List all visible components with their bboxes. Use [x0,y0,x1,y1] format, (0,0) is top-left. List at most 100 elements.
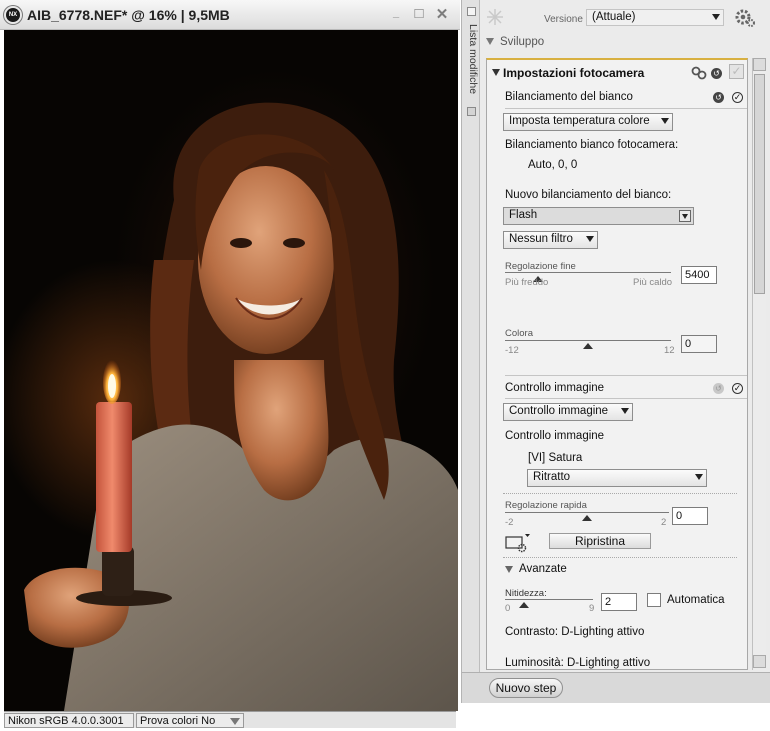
picture-control-mode-value: Controllo immagine [509,405,609,417]
panel-scrollbar[interactable] [752,58,766,670]
new-wb-dropdown[interactable]: Flash [503,207,694,225]
panel-toggle-icon[interactable] [467,7,476,16]
picture-control-preset-dropdown[interactable]: Ritratto [527,469,707,487]
portrait-photo [4,102,458,711]
edit-list-tab[interactable]: Lista modifiche [462,0,480,703]
tint-label: Colora [505,328,533,339]
soft-proof-value: Prova colori No [140,715,216,727]
image-window-titlebar[interactable]: NX AIB_6778.NEF* @ 16% | 9,5MB _ □ ✕ [0,0,460,30]
link-icon[interactable] [691,65,707,81]
sharpness-input[interactable]: 2 [601,593,637,611]
reset-icon[interactable]: ↺ [713,383,724,394]
chevron-down-icon [586,236,594,242]
scroll-thumb[interactable] [754,74,765,294]
quick-adjust-max: 2 [661,517,667,528]
auto-checkbox[interactable] [647,593,661,607]
sharpness-max: 9 [589,603,595,614]
sparkle-icon [486,8,504,26]
enable-checkbox[interactable]: ✓ [729,64,744,79]
image-window: NX AIB_6778.NEF* @ 16% | 9,5MB _ □ ✕ Nik… [0,0,460,731]
tint-track[interactable] [505,340,671,341]
image-statusbar: Nikon sRGB 4.0.0.3001 Prova colori No [4,711,456,728]
picture-control-header[interactable]: Controllo immagine ↺ ✓ [505,375,747,399]
picture-control-mode-dropdown[interactable]: Controllo immagine [503,403,633,421]
version-label: Versione [544,14,583,25]
chevron-down-icon [712,14,720,20]
nx-logo-icon: NX [4,6,22,24]
chevron-down-icon [621,408,629,414]
picture-control-preset-value: Ritratto [533,471,571,483]
new-wb-label: Nuovo bilanciamento del bianco: [505,189,672,201]
undo-icon[interactable]: ↺ [711,68,722,79]
soft-proof-dropdown[interactable]: Prova colori No [136,713,244,728]
reset-icon[interactable]: ↺ [713,92,724,103]
panel-footer: Nuovo step [462,672,770,703]
filter-value: Nessun filtro [509,233,573,245]
edit-panel: Lista modifiche Versione (Attuale) Svilu… [461,0,770,703]
divider [503,493,737,494]
brightness-label: Luminosità: D-Lighting attivo [505,657,651,669]
section-collapse-icon[interactable] [492,69,500,76]
white-balance-mode-value: Imposta temperatura colore [509,115,650,127]
quick-adjust-slider-thumb[interactable] [582,515,592,521]
tint-input[interactable]: 0 [681,335,717,353]
apply-check-icon[interactable]: ✓ [732,383,743,394]
minimize-button[interactable]: _ [388,7,404,23]
maximize-button[interactable]: □ [411,5,427,22]
quick-adjust-input[interactable]: 0 [672,507,708,525]
edit-list-label: Lista modifiche [467,24,479,95]
panel-pin-icon[interactable] [467,107,476,116]
quick-adjust-min: -2 [505,517,514,528]
white-balance-title: Bilanciamento del bianco [505,91,633,103]
scroll-up-icon[interactable] [753,58,766,71]
close-icon: ✕ [435,6,449,23]
fine-tune-label: Regolazione fine [505,261,576,272]
filter-dropdown[interactable]: Nessun filtro [503,231,598,249]
apply-check-icon[interactable]: ✓ [732,92,743,103]
close-button[interactable]: ✕ [434,5,450,23]
auto-label: Automatica [667,594,725,606]
tint-max: 12 [664,345,675,356]
window-title: AIB_6778.NEF* @ 16% | 9,5MB [27,7,230,23]
chevron-down-icon [661,118,669,124]
sharpness-track[interactable] [505,599,593,600]
version-value: (Attuale) [592,11,636,23]
advanced-collapse-icon[interactable] [505,566,513,573]
fine-tune-track[interactable] [505,272,671,273]
white-balance-header[interactable]: Bilanciamento del bianco ↺ ✓ [505,85,747,109]
tint-min: -12 [505,345,519,356]
reset-button[interactable]: Ripristina [549,533,651,549]
version-dropdown[interactable]: (Attuale) [586,9,724,26]
photo-canvas[interactable] [4,30,458,711]
scroll-down-icon[interactable] [753,655,766,668]
sharpness-label: Nitidezza: [505,588,547,599]
collapse-triangle-icon[interactable] [486,38,494,45]
quick-adjust-label: Regolazione rapida [505,500,587,511]
fine-tune-min: Più freddo [505,277,549,288]
new-step-button[interactable]: Nuovo step [489,678,563,698]
contrast-label: Contrasto: D-Lighting attivo [505,626,645,638]
camera-settings-title: Impostazioni fotocamera [503,66,645,80]
chevron-down-icon [679,210,691,222]
sharpness-slider-thumb[interactable] [519,602,530,608]
color-profile-label: Nikon sRGB 4.0.0.3001 [4,713,134,728]
camera-wb-value: Auto, 0, 0 [528,159,578,171]
tint-slider-thumb[interactable] [583,343,593,349]
chevron-down-icon [695,474,703,480]
new-wb-value: Flash [509,209,538,221]
development-label: Sviluppo [500,36,545,48]
picture-control-label: Controllo immagine [505,430,605,442]
maximize-icon: □ [414,5,424,22]
picture-control-current: [VI] Satura [528,452,583,464]
fine-tune-input[interactable]: 5400 [681,266,717,284]
gear-icon[interactable] [733,7,757,29]
quick-adjust-track[interactable] [505,512,669,513]
advanced-label: Avanzate [519,563,567,575]
picture-control-title: Controllo immagine [505,382,605,394]
sharpness-min: 0 [505,603,511,614]
fine-tune-max: Più caldo [633,277,673,288]
camera-wb-label: Bilanciamento bianco fotocamera: [505,139,679,151]
chevron-down-icon [230,718,240,725]
white-balance-mode-dropdown[interactable]: Imposta temperatura colore [503,113,673,131]
picture-control-utility-icon[interactable] [505,533,531,553]
